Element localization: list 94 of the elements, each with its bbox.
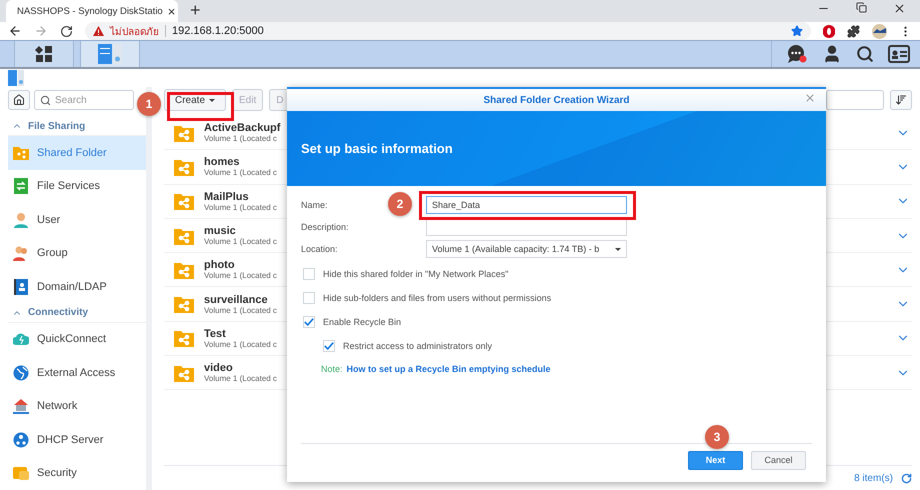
checkbox-label: Restrict access to administrators only xyxy=(343,341,492,351)
home-button[interactable] xyxy=(8,90,30,110)
checkbox[interactable] xyxy=(303,292,315,304)
folder-location: Volume 1 (Located c xyxy=(204,134,278,144)
tab-close-button[interactable]: × xyxy=(168,4,176,18)
sidebar-item[interactable]: QuickConnect xyxy=(8,322,146,356)
restore-icon[interactable] xyxy=(856,2,867,13)
cancel-button[interactable]: Cancel xyxy=(751,450,806,470)
globe-icon xyxy=(13,364,29,381)
checkbox[interactable] xyxy=(303,268,315,280)
extensions-icon[interactable] xyxy=(847,24,860,38)
sidebar-item[interactable]: External Access xyxy=(8,356,146,390)
folder-location: Volume 1 (Located c xyxy=(204,340,278,349)
note-text: Note: How to set up a Recycle Bin emptying schedule xyxy=(320,364,552,374)
folder-location: Volume 1 (Located c xyxy=(204,202,278,212)
section-header[interactable]: Connectivity xyxy=(8,304,146,322)
address-bar[interactable]: ไม่ปลอดภัย 192.168.1.20:5000 xyxy=(85,22,811,40)
field-label: Name: xyxy=(301,200,328,210)
schedule-link[interactable]: How to set up a Recycle Bin emptying schedule xyxy=(346,364,551,374)
search-icon[interactable] xyxy=(856,45,874,64)
folder-name: video xyxy=(204,362,234,374)
folder-share-icon xyxy=(13,144,29,161)
dialog-title: Shared Folder Creation Wizard xyxy=(483,94,630,106)
field-label: Description: xyxy=(301,222,349,232)
people-icon xyxy=(13,245,29,262)
checkbox[interactable] xyxy=(303,316,315,328)
search-icon xyxy=(40,94,51,106)
dialog-heading: Set up basic information xyxy=(301,141,453,156)
url-text: 192.168.1.20:5000 xyxy=(165,25,264,38)
folder-name: photo xyxy=(204,259,236,272)
profile-avatar[interactable] xyxy=(872,24,887,39)
shared-folder-icon xyxy=(174,158,194,176)
checkbox[interactable] xyxy=(323,340,335,352)
file-exchange-icon xyxy=(13,178,29,194)
control-panel-taskbar-button[interactable] xyxy=(80,41,140,67)
sidebar-item[interactable]: Security xyxy=(8,456,146,490)
sidebar-item[interactable]: Domain/LDAP xyxy=(8,270,146,304)
contact-book-icon xyxy=(13,278,29,295)
grid-icon xyxy=(35,46,53,62)
sidebar-item[interactable]: User xyxy=(8,203,146,236)
home-icon xyxy=(13,94,25,106)
folder-location: Volume 1 (Located c xyxy=(204,271,278,280)
folder-location: Volume 1 (Located c xyxy=(204,237,278,246)
checkbox-label: Enable Recycle Bin xyxy=(323,317,402,327)
house-icon xyxy=(13,398,29,414)
back-icon[interactable] xyxy=(8,24,22,38)
folder-name: MailPlus xyxy=(204,190,250,203)
security-label: ไม่ปลอดภัย xyxy=(110,25,159,39)
person-icon xyxy=(13,212,29,228)
cloud-icon xyxy=(13,331,29,348)
browser-tab[interactable]: NASSHOPS - Synology DiskStatio × xyxy=(6,0,178,22)
shared-folder-icon xyxy=(174,329,194,348)
new-tab-button[interactable]: + xyxy=(190,1,201,20)
shared-folder-icon xyxy=(174,226,194,245)
shared-folder-icon xyxy=(174,192,194,210)
folder-name: ActiveBackupf xyxy=(204,122,282,134)
close-icon[interactable] xyxy=(893,2,906,15)
folder-location: Volume 1 (Located c xyxy=(204,168,278,178)
main-menu-button[interactable] xyxy=(14,41,74,67)
sidebar-item[interactable]: Network xyxy=(8,390,146,423)
field-label: Location: xyxy=(301,244,338,254)
shield-icon xyxy=(13,465,29,482)
folder-name: homes xyxy=(204,156,240,168)
shared-folder-icon xyxy=(174,295,194,314)
shared-folder-icon xyxy=(174,260,194,279)
shared-folder-icon xyxy=(174,364,194,382)
item-count: 8 item(s) xyxy=(854,472,893,484)
location-select[interactable]: Volume 1 (Available capacity: 1.74 TB) - b xyxy=(426,240,627,258)
network-hub-icon xyxy=(13,432,29,448)
forward-icon[interactable] xyxy=(34,24,48,38)
folder-name: surveillance xyxy=(204,294,269,306)
reload-icon[interactable] xyxy=(60,24,73,38)
folder-name: Test xyxy=(204,328,227,340)
sort-icon xyxy=(895,94,907,106)
widget-icon[interactable] xyxy=(888,45,910,64)
refresh-icon[interactable] xyxy=(901,472,912,484)
control-panel-icon xyxy=(8,70,24,86)
checkbox-label: Hide sub-folders and files from users without permissions xyxy=(323,293,552,303)
sort-button[interactable] xyxy=(890,90,912,110)
extension-icon[interactable] xyxy=(823,24,835,38)
control-panel-icon xyxy=(98,44,122,64)
folder-name: music xyxy=(204,225,237,238)
chat-icon[interactable] xyxy=(786,44,808,64)
sidebar-item[interactable]: Group xyxy=(8,236,146,270)
tab-title: NASSHOPS - Synology DiskStatio xyxy=(17,6,163,17)
warning-icon xyxy=(93,26,104,36)
folder-location: Volume 1 (Located c xyxy=(204,374,278,384)
shared-folder-icon xyxy=(174,124,194,142)
bookmark-star-icon[interactable] xyxy=(791,25,803,38)
folder-location: Volume 1 (Located c xyxy=(204,306,278,315)
sidebar-item[interactable]: DHCP Server xyxy=(8,423,146,456)
sidebar-item[interactable]: File Services xyxy=(8,170,146,203)
text-field[interactable]: Share_Data xyxy=(426,196,627,214)
checkbox-label: Hide this shared folder in "My Network Places" xyxy=(323,269,508,279)
